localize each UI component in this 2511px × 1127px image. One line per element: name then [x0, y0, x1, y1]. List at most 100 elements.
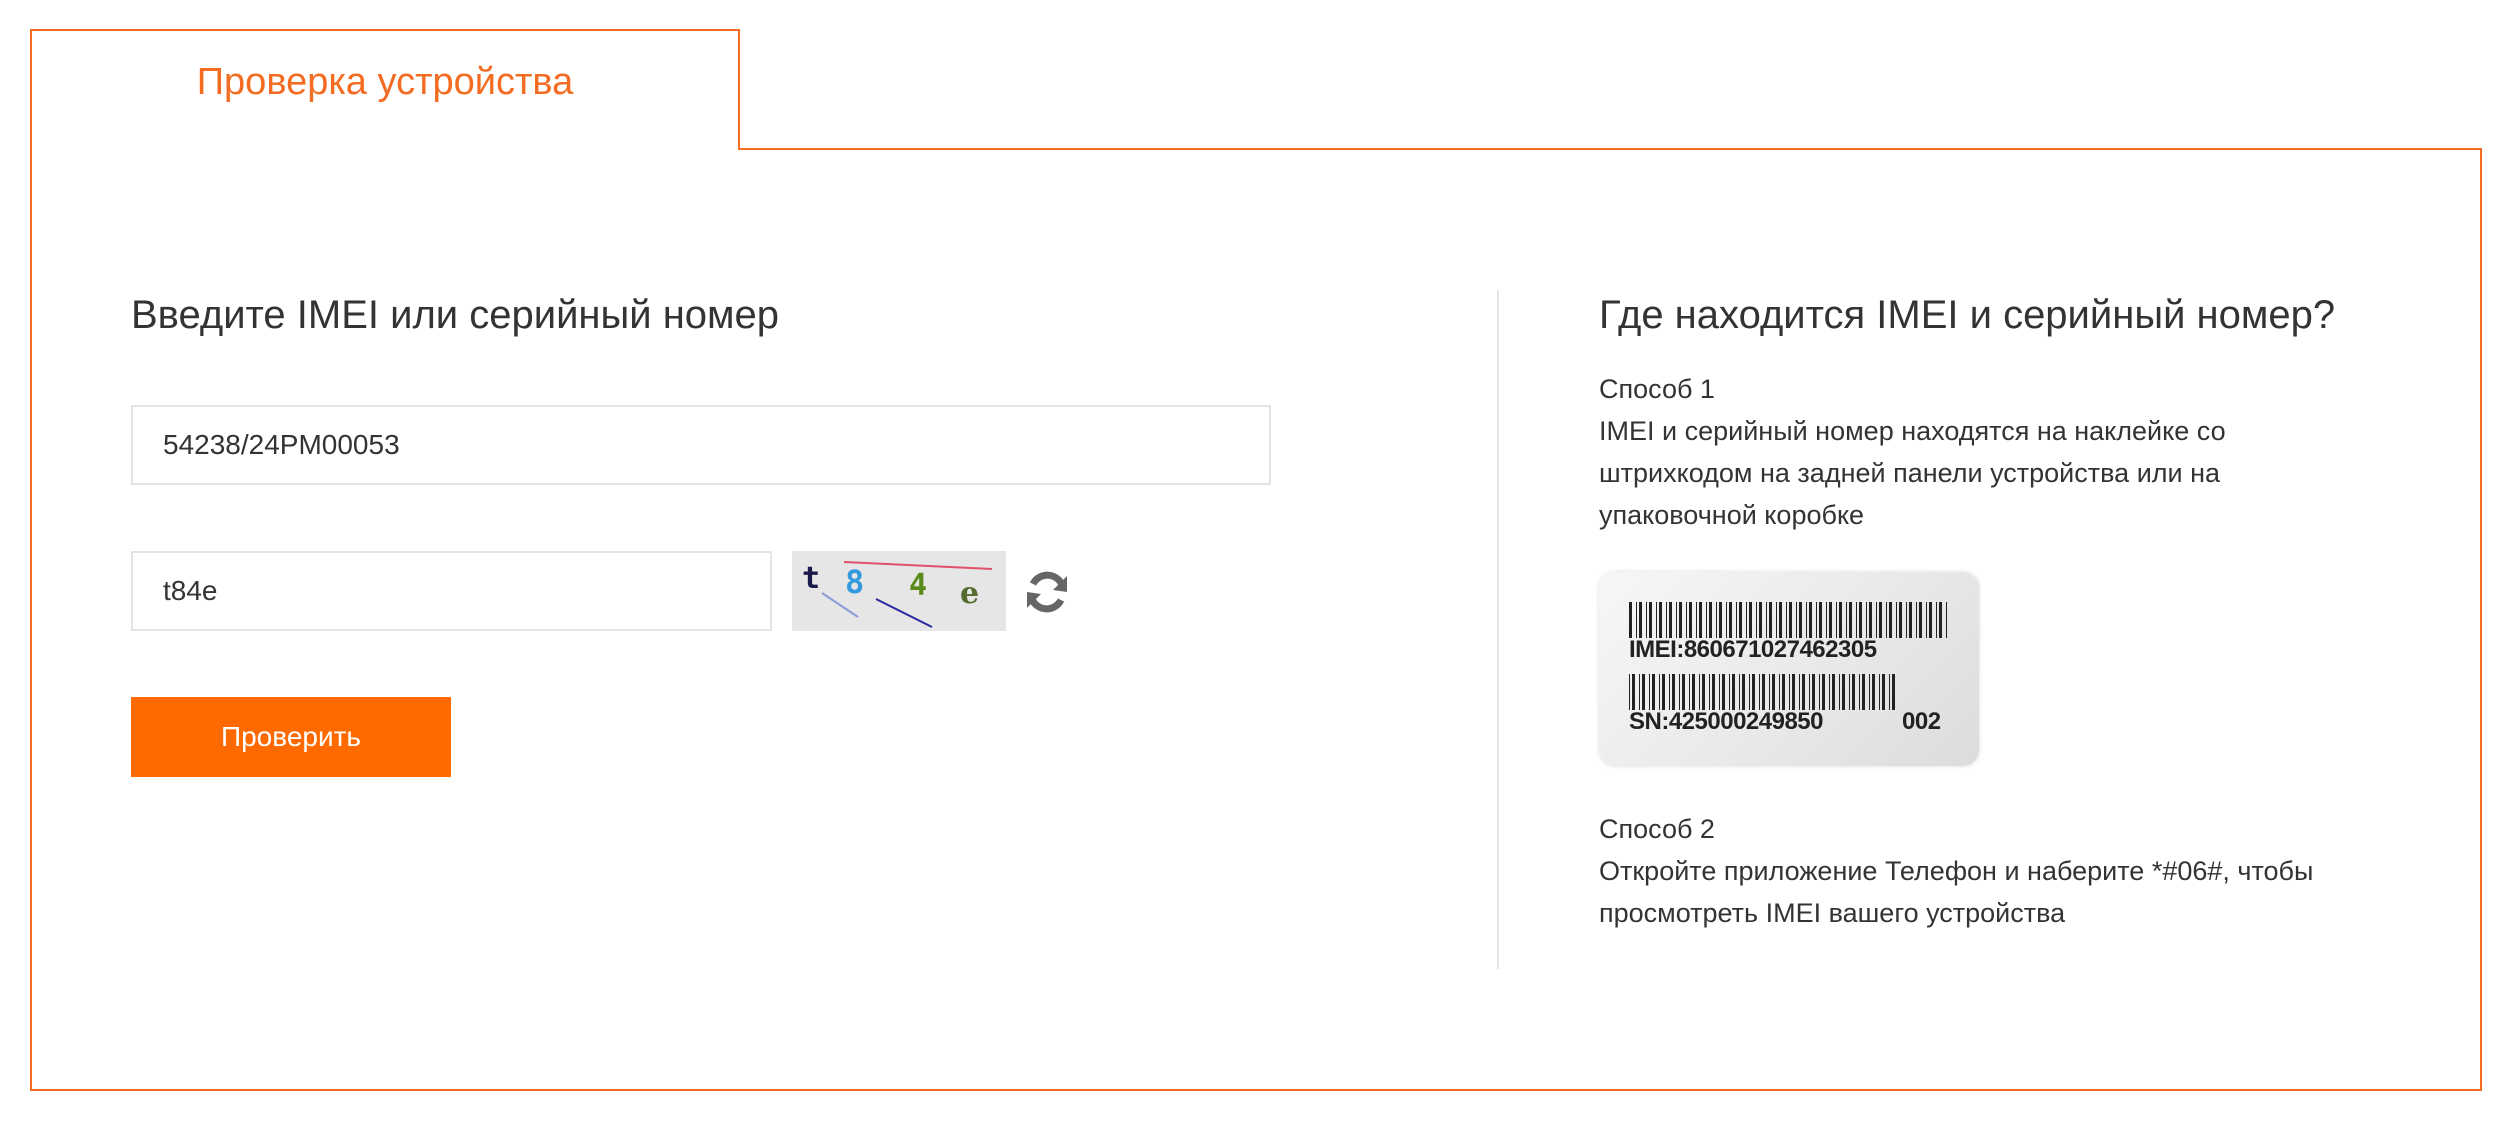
form-heading: Введите IMEI или серийный номер [131, 293, 780, 337]
barcode-bar [1799, 674, 1800, 710]
barcode-bar [1772, 674, 1775, 710]
barcode-bar [1782, 674, 1785, 710]
barcode-bar [1889, 674, 1890, 710]
captcha-input[interactable] [131, 551, 772, 631]
barcode-bar [1632, 674, 1635, 710]
barcode-bar [1719, 602, 1722, 638]
barcode-bar [1716, 602, 1717, 638]
barcode-bar [1829, 674, 1830, 710]
tab-device-check[interactable]: Проверка устройства [30, 29, 740, 150]
barcode-bar [1809, 602, 1812, 638]
barcode-bar [1732, 674, 1735, 710]
device-check-page: Проверка устройства Введите IMEI или сер… [0, 0, 2511, 1127]
barcode-bar [1709, 602, 1712, 638]
barcode-bar [1839, 602, 1842, 638]
barcode-bar [1879, 674, 1880, 710]
barcode-bar [1939, 602, 1942, 638]
barcode-bar [1792, 674, 1795, 710]
barcode-bar [1629, 602, 1632, 638]
barcode-bar [1859, 674, 1860, 710]
barcode-bar [1869, 602, 1872, 638]
barcode-bar [1799, 602, 1802, 638]
barcode-bar [1839, 674, 1840, 710]
check-button[interactable]: Проверить [131, 697, 451, 777]
method1-text-line: IMEI и серийный номер находятся на накле… [1599, 416, 2226, 446]
barcode-bar [1659, 602, 1662, 638]
method1-title: Способ 1 [1599, 374, 1715, 404]
barcode-bar [1779, 602, 1782, 638]
barcode-bar [1809, 674, 1810, 710]
barcode-bar [1646, 602, 1647, 638]
barcode-bar [1702, 674, 1705, 710]
captcha-char: 4 [909, 568, 927, 603]
barcode-bar [1876, 602, 1877, 638]
barcode-bar [1766, 602, 1767, 638]
barcode-bar [1916, 602, 1917, 638]
barcode-bar [1662, 674, 1665, 710]
barcode-bar [1649, 602, 1652, 638]
barcode-bar [1712, 674, 1715, 710]
barcode-bar [1872, 674, 1875, 710]
barcode-bar [1926, 602, 1927, 638]
sticker-code: 002 [1902, 708, 1941, 735]
barcode-bar [1739, 674, 1740, 710]
barcode-bar [1919, 602, 1922, 638]
barcode-bar [1836, 602, 1837, 638]
barcode-bar [1699, 602, 1702, 638]
sticker-sn-label: SN:425000249850 [1629, 708, 1824, 735]
barcode-bar [1669, 602, 1672, 638]
barcode-bar [1779, 674, 1780, 710]
refresh-icon[interactable] [1023, 568, 1071, 616]
barcode-bar [1729, 602, 1732, 638]
barcode-bar [1669, 674, 1670, 710]
barcode-bar [1789, 602, 1792, 638]
barcode-bar [1862, 674, 1865, 710]
barcode-bar [1832, 674, 1835, 710]
barcode-bar [1896, 602, 1897, 638]
barcode-bar [1882, 674, 1885, 710]
barcode-bar [1706, 602, 1707, 638]
barcode-bar [1672, 674, 1675, 710]
method2-text-line: Откройте приложение Телефон и наберите *… [1599, 856, 2314, 886]
captcha-char: e [960, 576, 979, 611]
barcode-bar [1699, 674, 1700, 710]
barcode-bar [1746, 602, 1747, 638]
barcode-bar [1742, 674, 1745, 710]
barcode-bar [1826, 602, 1827, 638]
barcode-bar [1886, 602, 1887, 638]
method1-text: IMEI и серийный номер находятся на накле… [1599, 410, 2399, 536]
barcode-bar [1786, 602, 1787, 638]
imei-input[interactable] [131, 405, 1271, 485]
barcode-bar [1822, 674, 1825, 710]
barcode-bar [1679, 674, 1680, 710]
barcode-bar [1722, 674, 1725, 710]
barcode-bar [1762, 674, 1765, 710]
barcode-bar [1726, 602, 1727, 638]
barcode-bar [1802, 674, 1805, 710]
barcode-bar [1736, 602, 1737, 638]
barcode-bar [1652, 674, 1655, 710]
barcode-bar [1629, 674, 1630, 710]
method2-text: Откройте приложение Телефон и наберите *… [1599, 850, 2399, 934]
barcode-bar [1906, 602, 1907, 638]
barcode-bar [1676, 602, 1677, 638]
barcode-bar [1929, 602, 1932, 638]
barcode-bar [1769, 674, 1770, 710]
barcode-bottom [1629, 674, 1895, 710]
barcode-bar [1869, 674, 1870, 710]
help-section: Где находится IMEI и серийный номер? Спо… [1599, 290, 2419, 928]
barcode-bar [1806, 602, 1807, 638]
tab-connector [32, 146, 738, 152]
method2-text-line: просмотреть IMEI вашего устройства [1599, 898, 2066, 928]
barcode-bar [1729, 674, 1730, 710]
barcode-bar [1936, 602, 1937, 638]
captcha-char: t [802, 561, 820, 596]
barcode-bar [1689, 674, 1690, 710]
barcode-bar [1639, 602, 1642, 638]
barcode-bar [1719, 674, 1720, 710]
method2-title: Способ 2 [1599, 814, 1715, 844]
barcode-bar [1789, 674, 1790, 710]
barcode-bar [1696, 602, 1697, 638]
barcode-bar [1846, 602, 1847, 638]
captcha-char: 8 [845, 563, 864, 601]
